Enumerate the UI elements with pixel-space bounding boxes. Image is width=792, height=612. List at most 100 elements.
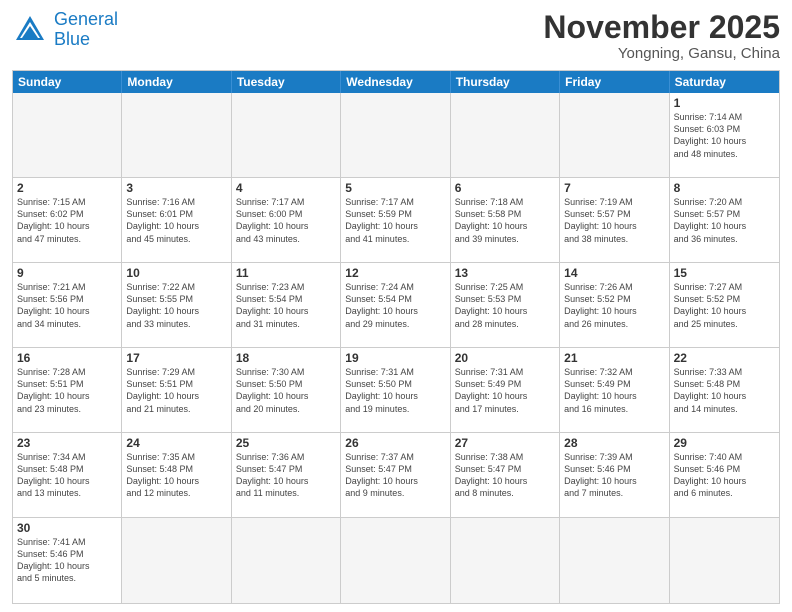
cell-day-number: 19 xyxy=(345,351,445,365)
day-header-sunday: Sunday xyxy=(13,71,122,93)
title-block: November 2025 Yongning, Gansu, China xyxy=(543,10,780,62)
calendar-cell-17: 17Sunrise: 7:29 AMSunset: 5:51 PMDayligh… xyxy=(122,348,231,433)
daylight-info: Daylight: 10 hours xyxy=(674,306,747,316)
cell-day-number: 17 xyxy=(126,351,226,365)
calendar-cell-23: 23Sunrise: 7:34 AMSunset: 5:48 PMDayligh… xyxy=(13,433,122,518)
daylight-info: Daylight: 10 hours xyxy=(126,391,199,401)
cell-info: Sunrise: 7:31 AMSunset: 5:50 PMDaylight:… xyxy=(345,366,445,415)
cell-day-number: 24 xyxy=(126,436,226,450)
empty-cell xyxy=(451,93,560,178)
cell-day-number: 23 xyxy=(17,436,117,450)
cell-day-number: 15 xyxy=(674,266,775,280)
calendar-cell-2: 2Sunrise: 7:15 AMSunset: 6:02 PMDaylight… xyxy=(13,178,122,263)
cell-info: Sunrise: 7:20 AMSunset: 5:57 PMDaylight:… xyxy=(674,196,775,245)
cell-day-number: 13 xyxy=(455,266,555,280)
cell-day-number: 2 xyxy=(17,181,117,195)
cell-info: Sunrise: 7:36 AMSunset: 5:47 PMDaylight:… xyxy=(236,451,336,500)
cell-day-number: 10 xyxy=(126,266,226,280)
daylight-info: Daylight: 10 hours xyxy=(674,136,747,146)
cell-day-number: 14 xyxy=(564,266,664,280)
cell-info: Sunrise: 7:35 AMSunset: 5:48 PMDaylight:… xyxy=(126,451,226,500)
daylight-info: Daylight: 10 hours xyxy=(564,476,637,486)
daylight-info: Daylight: 10 hours xyxy=(17,391,90,401)
cell-day-number: 5 xyxy=(345,181,445,195)
daylight-info: Daylight: 10 hours xyxy=(455,306,528,316)
calendar-cell-18: 18Sunrise: 7:30 AMSunset: 5:50 PMDayligh… xyxy=(232,348,341,433)
day-header-friday: Friday xyxy=(560,71,669,93)
cell-info: Sunrise: 7:26 AMSunset: 5:52 PMDaylight:… xyxy=(564,281,664,330)
calendar-cell-15: 15Sunrise: 7:27 AMSunset: 5:52 PMDayligh… xyxy=(670,263,779,348)
daylight-info: Daylight: 10 hours xyxy=(674,391,747,401)
cell-day-number: 6 xyxy=(455,181,555,195)
day-header-wednesday: Wednesday xyxy=(341,71,450,93)
daylight-info: Daylight: 10 hours xyxy=(345,221,418,231)
calendar-cell-9: 9Sunrise: 7:21 AMSunset: 5:56 PMDaylight… xyxy=(13,263,122,348)
empty-cell xyxy=(232,93,341,178)
cell-day-number: 27 xyxy=(455,436,555,450)
calendar-cell-21: 21Sunrise: 7:32 AMSunset: 5:49 PMDayligh… xyxy=(560,348,669,433)
cell-day-number: 3 xyxy=(126,181,226,195)
daylight-info: Daylight: 10 hours xyxy=(236,306,309,316)
cell-info: Sunrise: 7:25 AMSunset: 5:53 PMDaylight:… xyxy=(455,281,555,330)
day-headers: SundayMondayTuesdayWednesdayThursdayFrid… xyxy=(13,71,779,93)
logo-icon xyxy=(12,12,48,48)
day-header-tuesday: Tuesday xyxy=(232,71,341,93)
daylight-info: Daylight: 10 hours xyxy=(455,221,528,231)
calendar-cell-5: 5Sunrise: 7:17 AMSunset: 5:59 PMDaylight… xyxy=(341,178,450,263)
calendar-cell-3: 3Sunrise: 7:16 AMSunset: 6:01 PMDaylight… xyxy=(122,178,231,263)
cell-info: Sunrise: 7:40 AMSunset: 5:46 PMDaylight:… xyxy=(674,451,775,500)
daylight-info: Daylight: 10 hours xyxy=(674,476,747,486)
daylight-info: Daylight: 10 hours xyxy=(126,306,199,316)
cell-day-number: 20 xyxy=(455,351,555,365)
empty-cell xyxy=(13,93,122,178)
day-header-monday: Monday xyxy=(122,71,231,93)
calendar: SundayMondayTuesdayWednesdayThursdayFrid… xyxy=(12,70,780,604)
empty-cell xyxy=(341,93,450,178)
daylight-info: Daylight: 10 hours xyxy=(345,476,418,486)
cell-info: Sunrise: 7:14 AMSunset: 6:03 PMDaylight:… xyxy=(674,111,775,160)
calendar-cell-27: 27Sunrise: 7:38 AMSunset: 5:47 PMDayligh… xyxy=(451,433,560,518)
calendar-cell-30: 30Sunrise: 7:41 AMSunset: 5:46 PMDayligh… xyxy=(13,518,122,603)
cell-day-number: 7 xyxy=(564,181,664,195)
month-title: November 2025 xyxy=(543,10,780,45)
cell-day-number: 29 xyxy=(674,436,775,450)
cell-day-number: 26 xyxy=(345,436,445,450)
empty-cell xyxy=(451,518,560,603)
cell-info: Sunrise: 7:32 AMSunset: 5:49 PMDaylight:… xyxy=(564,366,664,415)
daylight-info: Daylight: 10 hours xyxy=(126,476,199,486)
calendar-cell-16: 16Sunrise: 7:28 AMSunset: 5:51 PMDayligh… xyxy=(13,348,122,433)
calendar-cell-13: 13Sunrise: 7:25 AMSunset: 5:53 PMDayligh… xyxy=(451,263,560,348)
cell-day-number: 30 xyxy=(17,521,117,535)
calendar-cell-11: 11Sunrise: 7:23 AMSunset: 5:54 PMDayligh… xyxy=(232,263,341,348)
cell-day-number: 1 xyxy=(674,96,775,110)
empty-cell xyxy=(560,518,669,603)
cell-info: Sunrise: 7:27 AMSunset: 5:52 PMDaylight:… xyxy=(674,281,775,330)
logo-blue: Blue xyxy=(54,29,90,49)
day-header-thursday: Thursday xyxy=(451,71,560,93)
calendar-cell-8: 8Sunrise: 7:20 AMSunset: 5:57 PMDaylight… xyxy=(670,178,779,263)
daylight-info: Daylight: 10 hours xyxy=(455,476,528,486)
cell-info: Sunrise: 7:39 AMSunset: 5:46 PMDaylight:… xyxy=(564,451,664,500)
page: General Blue November 2025 Yongning, Gan… xyxy=(0,0,792,612)
empty-cell xyxy=(341,518,450,603)
logo: General Blue xyxy=(12,10,118,50)
cell-day-number: 21 xyxy=(564,351,664,365)
logo-text: General Blue xyxy=(54,10,118,50)
daylight-info: Daylight: 10 hours xyxy=(564,391,637,401)
daylight-info: Daylight: 10 hours xyxy=(236,221,309,231)
daylight-info: Daylight: 10 hours xyxy=(674,221,747,231)
empty-cell xyxy=(560,93,669,178)
calendar-cell-6: 6Sunrise: 7:18 AMSunset: 5:58 PMDaylight… xyxy=(451,178,560,263)
calendar-cell-12: 12Sunrise: 7:24 AMSunset: 5:54 PMDayligh… xyxy=(341,263,450,348)
calendar-cell-20: 20Sunrise: 7:31 AMSunset: 5:49 PMDayligh… xyxy=(451,348,560,433)
cell-day-number: 28 xyxy=(564,436,664,450)
cell-info: Sunrise: 7:16 AMSunset: 6:01 PMDaylight:… xyxy=(126,196,226,245)
cell-info: Sunrise: 7:24 AMSunset: 5:54 PMDaylight:… xyxy=(345,281,445,330)
calendar-cell-4: 4Sunrise: 7:17 AMSunset: 6:00 PMDaylight… xyxy=(232,178,341,263)
calendar-cell-19: 19Sunrise: 7:31 AMSunset: 5:50 PMDayligh… xyxy=(341,348,450,433)
calendar-cell-7: 7Sunrise: 7:19 AMSunset: 5:57 PMDaylight… xyxy=(560,178,669,263)
cell-day-number: 9 xyxy=(17,266,117,280)
cell-info: Sunrise: 7:22 AMSunset: 5:55 PMDaylight:… xyxy=(126,281,226,330)
calendar-cell-28: 28Sunrise: 7:39 AMSunset: 5:46 PMDayligh… xyxy=(560,433,669,518)
cell-day-number: 8 xyxy=(674,181,775,195)
